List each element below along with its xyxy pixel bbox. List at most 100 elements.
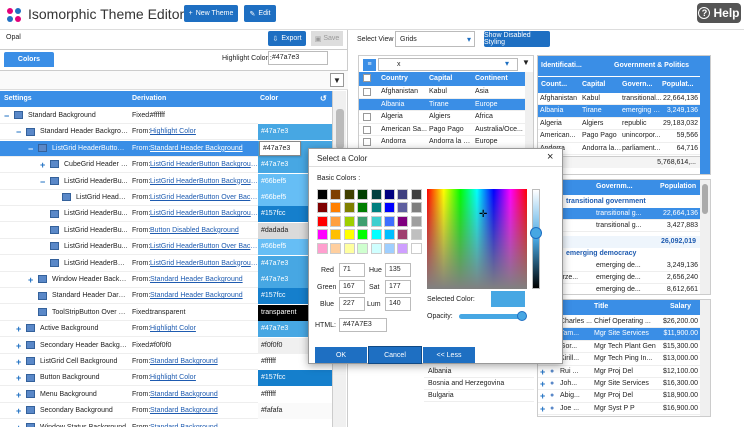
- derivation-link[interactable]: Standard Header Background: [150, 288, 258, 304]
- expand-icon[interactable]: +: [540, 403, 548, 415]
- color-swatch[interactable]: [343, 189, 355, 200]
- color-swatch[interactable]: [330, 229, 342, 241]
- settings-row[interactable]: + Window Header Backgroun... From:Standard…: [0, 272, 332, 288]
- tab-colors[interactable]: Colors: [4, 52, 54, 67]
- blue-field[interactable]: 227: [339, 297, 365, 311]
- settings-row[interactable]: + Menu Background From: Standard Background…: [0, 386, 332, 403]
- settings-row[interactable]: + Window Status Background From:Standard B…: [0, 419, 332, 427]
- expand-icon[interactable]: +: [540, 378, 548, 390]
- filter-icon[interactable]: ▼: [520, 58, 532, 71]
- lum-field[interactable]: 140: [385, 297, 411, 311]
- grouped-scrollbar[interactable]: [700, 180, 710, 294]
- list-item[interactable]: Bosnia and Herzegovina: [424, 378, 534, 390]
- green-field[interactable]: 167: [339, 280, 365, 294]
- table-row[interactable]: + ● Joh... Mgr Site Services $16,300.00: [538, 378, 700, 391]
- row-checkbox[interactable]: [363, 113, 371, 122]
- color-swatch[interactable]: [343, 202, 355, 214]
- color-swatch[interactable]: [317, 215, 328, 227]
- color-value-cell[interactable]: [258, 108, 332, 124]
- expand-icon[interactable]: +: [16, 403, 24, 419]
- table-row[interactable]: Algeria Algiers Africa: [359, 111, 525, 124]
- settings-row[interactable]: ListGrid HeaderBar Ba... From:ListGrid He…: [0, 255, 332, 272]
- settings-row[interactable]: + Secondary Header Background Fixed: #f0f0f…: [0, 337, 332, 354]
- hue-field[interactable]: 135: [385, 263, 411, 277]
- derivation-link[interactable]: ListGrid HeaderButton Over Backgro...: [150, 190, 258, 206]
- color-swatch[interactable]: [384, 229, 395, 241]
- color-swatch[interactable]: [357, 229, 369, 241]
- settings-row[interactable]: + Button Background From: Highlight Color #1…: [0, 370, 332, 387]
- color-swatch[interactable]: [317, 229, 328, 241]
- help-button[interactable]: ? Help: [697, 3, 741, 23]
- color-swatch[interactable]: [330, 242, 342, 254]
- sat-field[interactable]: 177: [385, 280, 411, 294]
- color-swatch[interactable]: [370, 202, 382, 214]
- row-checkbox[interactable]: [363, 138, 371, 147]
- settings-row[interactable]: ListGrid HeaderBu... From: ListGrid Header…: [0, 239, 332, 256]
- derivation-link[interactable]: ListGrid HeaderButton Background: [150, 256, 258, 272]
- col-color[interactable]: Color: [260, 95, 278, 102]
- expand-icon[interactable]: +: [16, 387, 24, 403]
- color-swatch[interactable]: [397, 189, 409, 200]
- table-row[interactable]: Albania Tirane emerging de... 3,249,136: [538, 105, 700, 118]
- settings-row[interactable]: − Standard Background Fixed: #ffffff: [0, 108, 332, 124]
- table-row[interactable]: + ● Abig... Mgr Proj Del $18,900.00: [538, 390, 700, 403]
- color-edit-input[interactable]: #47a7e3: [259, 141, 301, 156]
- settings-row[interactable]: − ListGrid HeaderBu... From: ListGrid Heade…: [0, 173, 332, 190]
- expand-icon[interactable]: +: [16, 354, 24, 370]
- color-swatch[interactable]: [397, 215, 409, 227]
- expand-icon[interactable]: +: [540, 390, 548, 402]
- expand-icon[interactable]: +: [28, 272, 36, 288]
- color-value-cell[interactable]: #ffffff: [258, 386, 332, 403]
- color-swatch[interactable]: [357, 189, 369, 200]
- list-item[interactable]: Bulgaria: [424, 390, 534, 402]
- edit-button[interactable]: ✎ Edit: [244, 5, 276, 22]
- settings-row[interactable]: ToolStripButton Over Back... Fixed:transp…: [0, 304, 332, 321]
- color-swatch[interactable]: [357, 215, 369, 227]
- ok-button[interactable]: OK: [315, 347, 367, 363]
- color-value-cell[interactable]: #47a7e3: [258, 124, 332, 141]
- settings-row[interactable]: ListGrid HeaderBu... From: Button Disabled…: [0, 222, 332, 239]
- countries-scrollbar[interactable]: [525, 72, 533, 150]
- save-button[interactable]: ▣ Save: [311, 31, 343, 46]
- reset-icon[interactable]: ↺: [320, 94, 327, 103]
- table-row[interactable]: Afghanistan Kabul Asia: [359, 86, 525, 99]
- settings-row[interactable]: + Active Background From: Highlight Color #4…: [0, 321, 332, 338]
- settings-row[interactable]: ListGrid HeaderSp... From:ListGrid Header…: [0, 190, 332, 206]
- expand-icon[interactable]: +: [16, 420, 24, 427]
- highlight-color-input[interactable]: #47a7e3: [268, 51, 328, 65]
- table-row[interactable]: American... Pago Pago unincorpor... 59,566: [538, 130, 700, 143]
- table-row[interactable]: Algeria Algiers republic 29,183,032: [538, 118, 700, 131]
- close-icon[interactable]: ×: [547, 151, 553, 163]
- derivation-link[interactable]: Highlight Color: [150, 370, 258, 386]
- settings-row[interactable]: + ListGrid Cell Background From: Standard B…: [0, 354, 332, 370]
- derivation-link[interactable]: Standard Background: [150, 403, 258, 419]
- opacity-slider[interactable]: [459, 314, 525, 319]
- color-swatch[interactable]: [384, 242, 395, 254]
- expand-icon[interactable]: +: [16, 370, 24, 386]
- expand-icon[interactable]: +: [540, 366, 548, 378]
- derivation-link[interactable]: Standard Header Background: [150, 272, 258, 288]
- settings-row[interactable]: ListGrid HeaderBu... From: ListGrid Header…: [0, 206, 332, 223]
- color-swatch[interactable]: [317, 202, 328, 214]
- luminance-slider[interactable]: [532, 189, 540, 289]
- derivation-link[interactable]: ListGrid HeaderButton Background: [150, 206, 258, 222]
- color-value-cell[interactable]: #fafafa: [258, 403, 332, 420]
- col-settings[interactable]: Settings: [4, 95, 32, 102]
- show-disabled-button[interactable]: Show Disabled Styling: [484, 31, 550, 47]
- color-value-cell[interactable]: [258, 419, 332, 427]
- color-swatch[interactable]: [317, 242, 328, 254]
- cancel-button[interactable]: Cancel: [368, 346, 422, 364]
- settings-row[interactable]: − Standard Header Background From: Highligh…: [0, 124, 332, 141]
- luminance-handle[interactable]: [530, 227, 542, 239]
- color-swatch[interactable]: [330, 202, 342, 214]
- collapse-icon[interactable]: −: [4, 108, 12, 124]
- color-swatch[interactable]: [384, 202, 395, 214]
- government-scrollbar[interactable]: [700, 56, 710, 174]
- color-swatch[interactable]: [370, 242, 382, 254]
- color-swatch[interactable]: [317, 189, 328, 200]
- derivation-link[interactable]: ListGrid HeaderButton Background: [150, 174, 258, 190]
- color-swatch[interactable]: [397, 202, 409, 214]
- expand-icon[interactable]: +: [16, 321, 24, 337]
- table-row[interactable]: + ● Rui ... Mgr Proj Del $12,100.00: [538, 366, 700, 378]
- row-checkbox[interactable]: [363, 125, 371, 134]
